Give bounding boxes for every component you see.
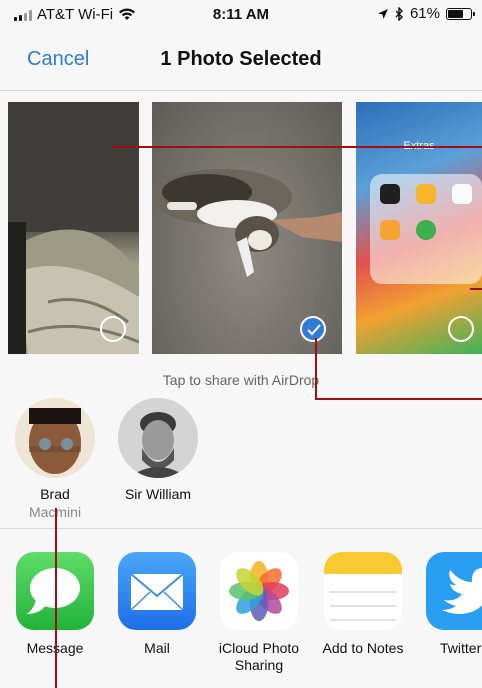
- annotation-line: [315, 398, 482, 400]
- status-right: 61%: [377, 5, 475, 22]
- avatar: [15, 398, 95, 478]
- share-app-mail[interactable]: Mail: [112, 552, 202, 657]
- photos-icon: [220, 552, 298, 630]
- contact-name: Sir William: [124, 486, 192, 502]
- selection-circle[interactable]: [100, 316, 126, 342]
- nav-bar: Cancel 1 Photo Selected: [0, 28, 482, 91]
- avatar: [118, 398, 198, 478]
- selected-checkmark-icon[interactable]: [300, 316, 326, 342]
- annotation-line: [470, 288, 482, 290]
- folder-preview: [370, 174, 482, 284]
- photo-thumbnail[interactable]: Extras: [356, 102, 482, 354]
- contact-name: Brad: [40, 486, 70, 502]
- airdrop-contact-brad[interactable]: Brad Macmini: [14, 398, 96, 520]
- bluetooth-icon: [395, 6, 403, 21]
- annotation-line: [112, 146, 482, 148]
- airdrop-hint: Tap to share with AirDrop: [162, 372, 320, 388]
- selection-circle[interactable]: [448, 316, 474, 342]
- battery-percent: 61%: [409, 5, 440, 22]
- notes-icon: [324, 552, 402, 630]
- annotation-line: [315, 338, 317, 400]
- mail-icon: [118, 552, 196, 630]
- page-title: 1 Photo Selected: [160, 48, 322, 70]
- photo-thumbnail-selected[interactable]: [152, 102, 342, 354]
- app-label: iCloud Photo Sharing: [218, 640, 300, 673]
- twitter-icon: [426, 552, 482, 630]
- photo-strip: Extras: [0, 100, 482, 356]
- share-app-icloud-photo-sharing[interactable]: iCloud Photo Sharing: [214, 552, 304, 674]
- app-label: Mail: [144, 640, 170, 656]
- annotation-line: [55, 508, 57, 688]
- battery-icon: [446, 7, 475, 20]
- airdrop-contact-sir-william[interactable]: Sir William: [110, 398, 206, 502]
- location-arrow-icon: [377, 8, 388, 19]
- app-label: Add to Notes: [322, 640, 404, 656]
- app-label: Twitter: [440, 640, 482, 656]
- share-app-add-to-notes[interactable]: Add to Notes: [318, 552, 408, 657]
- divider: [0, 528, 482, 529]
- photo-thumbnail[interactable]: [8, 102, 139, 354]
- bedding-image: [8, 102, 139, 354]
- status-bar: AT&T Wi-Fi 8:11 AM 61%: [0, 0, 482, 28]
- share-app-twitter[interactable]: Twitter: [420, 552, 482, 657]
